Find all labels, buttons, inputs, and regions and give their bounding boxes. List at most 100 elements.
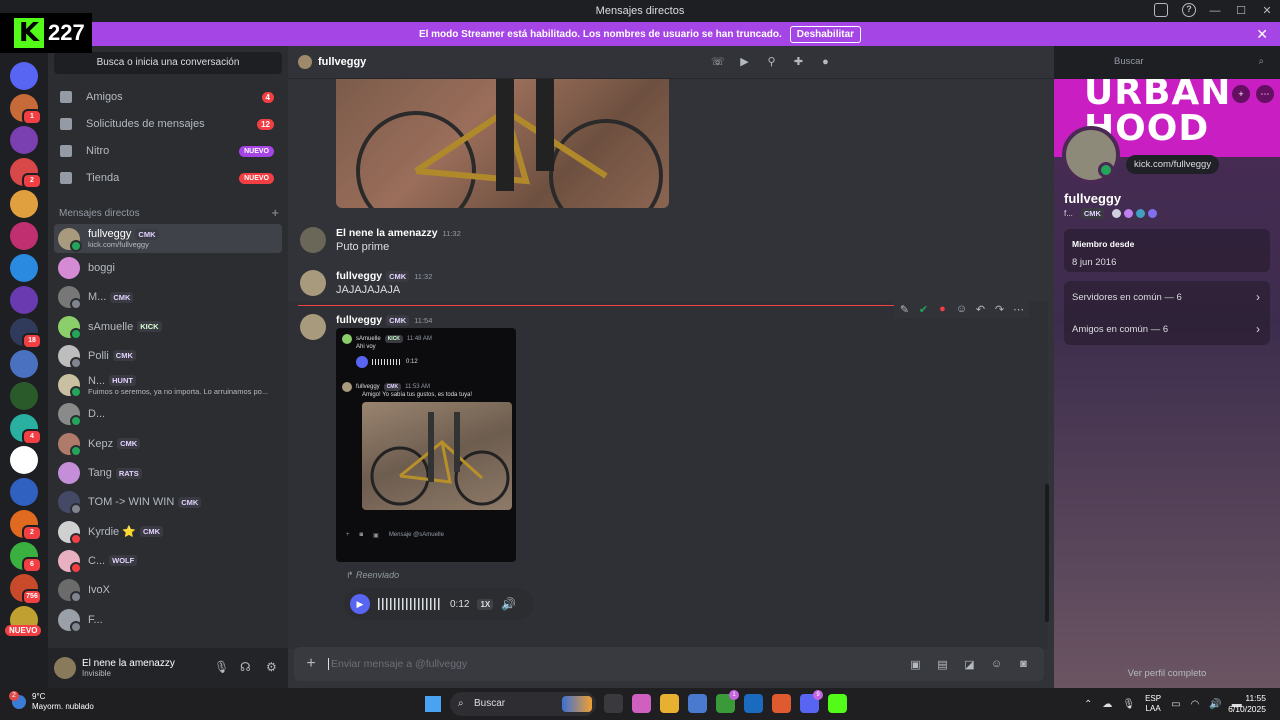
language-indicator[interactable]: ESP LAA [1145, 694, 1161, 714]
more-icon[interactable]: ⋯ [1012, 303, 1025, 316]
dm-item[interactable]: D... [54, 400, 282, 429]
cloud-icon[interactable]: ☁ [1102, 699, 1112, 710]
server-icon[interactable] [10, 126, 38, 154]
volume-icon[interactable]: 🔊 [1209, 699, 1221, 710]
help-icon[interactable]: ? [1182, 3, 1196, 17]
dm-item[interactable]: Tang RATS [54, 458, 282, 487]
mutual-servers-row[interactable]: Servidores en común — 6 › [1064, 281, 1270, 313]
wifi-icon[interactable]: ◠ [1191, 699, 1200, 710]
server-icon[interactable] [10, 446, 38, 474]
task-view-icon[interactable] [604, 694, 623, 713]
dm-search-button[interactable]: Busca o inicia una conversación [54, 52, 282, 74]
server-icon[interactable] [10, 478, 38, 506]
file-explorer-icon[interactable] [660, 694, 679, 713]
dm-item[interactable]: IvoX [54, 576, 282, 605]
dm-item[interactable]: sAmuelle KICK [54, 312, 282, 341]
dm-item[interactable]: fullveggy CMK kick.com/fullveggy [54, 224, 282, 254]
pin-icon[interactable]: ⚲ [765, 56, 778, 69]
server-icon[interactable]: 4 [10, 414, 42, 445]
add-friend-icon[interactable]: + [1232, 85, 1250, 103]
message-input[interactable]: Enviar mensaje a @fullveggy [328, 658, 909, 670]
disable-streamer-button[interactable]: Deshabilitar [789, 25, 862, 43]
avatar[interactable] [300, 227, 326, 253]
emoji-icon[interactable]: ☺ [990, 658, 1003, 671]
dm-item[interactable]: Polli CMK [54, 341, 282, 370]
add-reaction-icon[interactable]: ☺ [955, 303, 968, 316]
close-window-button[interactable]: ✕ [1254, 0, 1280, 22]
create-dm-button[interactable]: + [271, 206, 279, 219]
server-icon[interactable]: 6 [10, 542, 42, 573]
message-author[interactable]: fullveggy [336, 270, 382, 282]
more-icon[interactable]: ⋯ [1256, 85, 1274, 103]
weather-widget[interactable]: 2 9°C Mayorm. nublado [9, 691, 94, 712]
server-icon[interactable]: 2 [10, 510, 42, 541]
server-icon[interactable] [10, 254, 38, 282]
server-icon[interactable]: 756 [10, 574, 42, 605]
video-call-icon[interactable]: ▶ [738, 56, 751, 69]
voice-call-icon[interactable]: ☏ [711, 56, 725, 69]
discord-icon[interactable]: 9 [800, 690, 823, 713]
dm-item[interactable]: C... WOLF [54, 546, 282, 575]
headphones-icon[interactable]: ☊ [240, 660, 252, 674]
outlook-icon[interactable] [744, 694, 763, 713]
nav-friends[interactable]: Amigos 4 [54, 84, 282, 110]
minimize-button[interactable]: — [1202, 0, 1228, 22]
gamepad-icon[interactable]: ◙ [1017, 658, 1030, 671]
view-full-profile-link[interactable]: Ver perfil completo [1054, 668, 1280, 679]
avatar[interactable] [54, 657, 76, 679]
gif-icon[interactable]: ▤ [936, 658, 949, 671]
close-icon[interactable]: ✕ [1256, 26, 1268, 43]
waveform[interactable] [378, 598, 442, 610]
server-icon[interactable] [10, 190, 38, 218]
server-icon[interactable] [10, 222, 38, 250]
badge-icon[interactable] [1111, 209, 1121, 218]
volume-icon[interactable]: 🔊 [501, 597, 516, 611]
playback-speed-button[interactable]: 1X [477, 598, 494, 610]
kick-app-icon[interactable] [828, 694, 847, 713]
dm-item[interactable]: F... [54, 605, 282, 634]
search-input[interactable]: Buscar ⌕ [1108, 51, 1272, 73]
chevron-up-icon[interactable]: ⌃ [1084, 699, 1092, 710]
dm-item[interactable]: Kyrdie ⭐ CMK [54, 517, 282, 546]
dm-item[interactable]: boggi [54, 253, 282, 282]
mic-icon[interactable]: 🎙 [1122, 699, 1135, 710]
avatar[interactable] [300, 314, 326, 340]
angry-reaction-icon[interactable]: ● [936, 303, 949, 316]
badge-icon[interactable] [1135, 209, 1145, 218]
windows-start-icon[interactable] [425, 696, 441, 712]
microphone-icon[interactable]: 🎙 [214, 660, 229, 674]
avatar[interactable] [1062, 126, 1120, 184]
display-icon[interactable]: ▭ [1171, 699, 1180, 710]
gear-icon[interactable]: ⚙ [266, 660, 278, 674]
attached-image[interactable] [336, 79, 669, 208]
server-icon[interactable]: 18 [10, 318, 42, 349]
server-icon[interactable] [10, 350, 38, 378]
scrollbar[interactable] [1045, 484, 1049, 622]
home-dm-icon[interactable] [10, 62, 38, 90]
store-icon[interactable] [688, 694, 707, 713]
nav-shop[interactable]: Tienda NUEVO [54, 165, 282, 191]
server-icon[interactable] [10, 382, 38, 410]
taskbar-search[interactable]: ⌕ Buscar [450, 692, 596, 716]
gift-icon[interactable]: ▣ [909, 658, 922, 671]
reply-icon[interactable]: ↶ [974, 303, 987, 316]
attach-plus-button[interactable]: + [294, 655, 328, 673]
play-button[interactable]: ▶ [350, 594, 370, 614]
badge-icon[interactable] [1123, 209, 1133, 218]
dm-item[interactable]: TOM -> WIN WIN CMK [54, 488, 282, 517]
message-author[interactable]: El nene la amenazzy [336, 227, 438, 239]
nav-nitro[interactable]: Nitro NUEVO [54, 138, 282, 164]
pencil-icon[interactable]: ✎ [898, 303, 911, 316]
brave-icon[interactable] [772, 694, 791, 713]
maximize-button[interactable]: ☐ [1228, 0, 1254, 22]
server-icon[interactable] [10, 286, 38, 314]
dm-item[interactable]: Kepz CMK [54, 429, 282, 458]
badge-icon[interactable] [1147, 209, 1157, 218]
forward-icon[interactable]: ↷ [993, 303, 1006, 316]
dm-item[interactable]: N... HUNT Fuimos o seremos, ya no importa.… [54, 370, 282, 399]
taskbar-clock[interactable]: 11:55 6/10/2025 [1228, 693, 1266, 715]
sticker-icon[interactable]: ◪ [963, 658, 976, 671]
copilot-icon[interactable] [632, 694, 651, 713]
check-reaction-icon[interactable]: ✔ [917, 303, 930, 316]
server-icon[interactable]: 1 [10, 94, 42, 125]
